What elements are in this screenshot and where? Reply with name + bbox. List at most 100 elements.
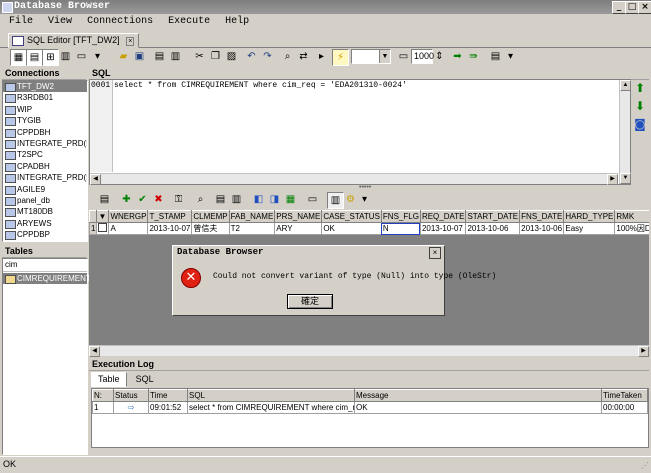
- tables-filter-input[interactable]: cim: [3, 259, 87, 272]
- connection-item[interactable]: INTEGRATE_PRD(MM): [3, 172, 87, 184]
- table-item[interactable]: CIMREQUIREMENT: [3, 273, 91, 285]
- connection-item[interactable]: TFT_DW2: [3, 81, 87, 93]
- grid-scroll-left-icon[interactable]: ◀: [89, 346, 100, 357]
- cut-icon[interactable]: ✂: [192, 49, 207, 64]
- undo-icon[interactable]: ↶: [244, 49, 259, 64]
- grid-header-cell[interactable]: CLMEMP: [191, 210, 230, 223]
- connection-item[interactable]: ARYEWS: [3, 218, 87, 229]
- grid-toolbar-chevron-icon[interactable]: ▾: [357, 192, 372, 207]
- grid-header-cell[interactable]: FAB_NAME: [228, 210, 276, 223]
- connection-item[interactable]: TYGIB: [3, 115, 87, 127]
- connect-icon[interactable]: ⊞: [42, 49, 59, 66]
- sql-editor[interactable]: 0001 select * from CIMREQUIREMENT where …: [89, 79, 631, 185]
- grid-header-cell[interactable]: CASE_STATUS: [321, 210, 382, 223]
- table-view-icon[interactable]: ▥: [58, 49, 73, 64]
- grid-cell[interactable]: T2: [228, 222, 276, 235]
- connection-item[interactable]: panel_db: [3, 195, 87, 206]
- excel-icon[interactable]: ▦: [283, 192, 298, 207]
- sql-horizontal-scrollbar[interactable]: ◀ ▶: [90, 173, 618, 185]
- grid-cell[interactable]: 2013-10-06: [465, 222, 521, 235]
- sql-view-icon[interactable]: ▤: [26, 49, 43, 66]
- connection-item[interactable]: WIP: [3, 104, 87, 115]
- find-icon[interactable]: ⌕: [280, 49, 295, 64]
- grid-cell[interactable]: 2013-10-06: [519, 222, 565, 235]
- options-icon[interactable]: ▤: [488, 49, 503, 64]
- grid-header-cell[interactable]: FNS_FLG: [380, 210, 421, 223]
- menu-file[interactable]: File: [9, 16, 33, 27]
- form-view-icon[interactable]: ▭: [305, 192, 320, 207]
- grid-header-cell[interactable]: WNERGP: [108, 210, 149, 223]
- import-icon[interactable]: ◨: [267, 192, 282, 207]
- grid-mode-icon[interactable]: ▥: [327, 192, 344, 209]
- grid-cell[interactable]: 曾信夫: [191, 222, 230, 235]
- connection-item[interactable]: R3RDB01: [3, 92, 87, 104]
- limit-input[interactable]: 1000: [411, 49, 434, 64]
- add-row-icon[interactable]: ✚: [119, 192, 134, 207]
- table-row[interactable]: 1 ⇨ 09:01:52 select * from CIMREQUIREMEN…: [92, 401, 648, 414]
- grid-header-cell[interactable]: HARD_TYPE: [563, 210, 616, 223]
- grid-print-icon[interactable]: ▥: [229, 192, 244, 207]
- save-icon[interactable]: ▣: [132, 49, 147, 64]
- last-arrow-icon[interactable]: ⇛: [466, 49, 481, 64]
- delete-row-icon[interactable]: ✖: [151, 192, 166, 207]
- dropdown-arrow-icon[interactable]: ▾: [90, 49, 105, 64]
- connection-item[interactable]: CPPDBP: [3, 229, 87, 241]
- filter-icon[interactable]: ⚙: [343, 192, 358, 207]
- close-button[interactable]: ×: [638, 1, 651, 14]
- row-checkbox[interactable]: [98, 223, 108, 232]
- sql-query-text[interactable]: select * from CIMREQUIREMENT where cim_r…: [114, 80, 407, 92]
- move-up-arrow-icon[interactable]: ⬆: [631, 81, 649, 99]
- grid-header-cell[interactable]: T_STAMP: [147, 210, 193, 223]
- scroll-right-icon[interactable]: ▶: [607, 174, 618, 185]
- tab-sql-editor[interactable]: SQL Editor [TFT_DW2] ×: [8, 33, 140, 48]
- row-count-combo[interactable]: ▼: [351, 49, 391, 64]
- connection-item[interactable]: T2SPC: [3, 149, 87, 161]
- grid-cell[interactable]: A: [108, 222, 149, 235]
- maximize-button[interactable]: □: [625, 1, 639, 14]
- menu-connections[interactable]: Connections: [87, 16, 153, 27]
- execute-icon[interactable]: ⚡: [332, 49, 349, 66]
- menu-help[interactable]: Help: [225, 16, 249, 27]
- refresh-icon[interactable]: ▤: [97, 192, 112, 207]
- connection-item[interactable]: MT180DB: [3, 206, 87, 218]
- scroll-up-icon[interactable]: ▲: [620, 80, 631, 91]
- grid-cell[interactable]: Easy: [563, 222, 616, 235]
- table-row[interactable]: 1 A 2013-10-07 曾信夫 T2 ARY OK N 2013-10-0…: [89, 222, 649, 235]
- grid-header-cell[interactable]: RMK: [614, 210, 649, 223]
- dialog-close-button[interactable]: ×: [429, 247, 441, 259]
- open-folder-icon[interactable]: ▰: [116, 49, 131, 64]
- grid-header-cell[interactable]: REQ_DATE: [419, 210, 467, 223]
- grid-cell-focused[interactable]: N: [380, 222, 421, 235]
- grid-header-cell[interactable]: PRS_NAME: [274, 210, 323, 223]
- connection-item[interactable]: CPPDBH: [3, 127, 87, 138]
- print-icon[interactable]: ▥: [168, 49, 183, 64]
- grid-cell[interactable]: 2013-10-07: [419, 222, 467, 235]
- ok-button[interactable]: 確定: [287, 294, 333, 309]
- replace-icon[interactable]: ⇄: [296, 49, 311, 64]
- limit-spin-icon[interactable]: ⇕: [432, 49, 447, 64]
- grid-horizontal-scrollbar[interactable]: ◀ ▶: [89, 345, 649, 357]
- connection-item[interactable]: AGILE9: [3, 184, 87, 195]
- menu-view[interactable]: View: [48, 16, 72, 27]
- grid-print-preview-icon[interactable]: ▤: [213, 192, 228, 207]
- next-arrow-icon[interactable]: ➡: [450, 49, 465, 64]
- sql-vertical-scrollbar[interactable]: ▲ ▼: [619, 80, 631, 184]
- window-icon[interactable]: ▭: [74, 49, 89, 64]
- grid-header-cell[interactable]: FNS_DATE: [519, 210, 565, 223]
- binoculars-icon[interactable]: ⌕: [193, 192, 208, 207]
- scroll-down-icon[interactable]: ▼: [620, 173, 631, 184]
- move-down-arrow-icon[interactable]: ⬇: [631, 99, 649, 117]
- grid-cell[interactable]: 2013-10-07: [147, 222, 193, 235]
- post-icon[interactable]: ✔: [135, 192, 150, 207]
- print-preview-icon[interactable]: ▤: [152, 49, 167, 64]
- grid-header-cell[interactable]: START_DATE: [465, 210, 521, 223]
- grid-scroll-right-icon[interactable]: ▶: [638, 346, 649, 357]
- paste-icon[interactable]: ▨: [224, 49, 239, 64]
- chevron-down-icon[interactable]: ▼: [379, 50, 390, 63]
- grid-cell[interactable]: [96, 222, 110, 235]
- menu-execute[interactable]: Execute: [168, 16, 210, 27]
- tab-table[interactable]: Table: [91, 372, 127, 387]
- find-next-icon[interactable]: ▸: [314, 49, 329, 64]
- export-icon[interactable]: ◧: [251, 192, 266, 207]
- grid-cell[interactable]: 100%因DW當時有A檢預設錯: [614, 222, 649, 235]
